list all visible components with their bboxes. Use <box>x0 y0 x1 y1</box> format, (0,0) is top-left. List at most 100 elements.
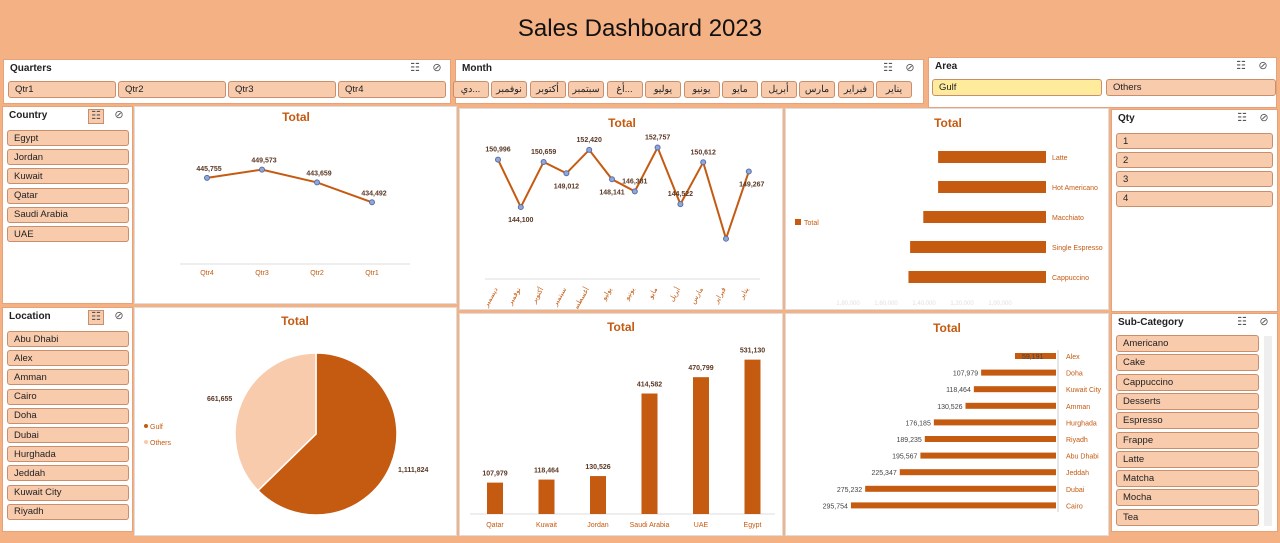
subcategory-button[interactable]: Cake <box>1116 354 1259 372</box>
country-button[interactable]: Qatar <box>7 187 129 204</box>
month-button[interactable]: دي... <box>452 81 489 98</box>
month-button[interactable]: يونيو <box>683 81 720 98</box>
data-label: 195,567 <box>892 454 917 461</box>
qty-button[interactable]: 2 <box>1116 152 1273 169</box>
x-tick-label: أغسطس <box>569 285 591 309</box>
month-slicer: Month ☷ ⊘ يناير فبراير مارس أبريل مايو يونيو يو… <box>452 59 924 104</box>
data-label: 449,573 <box>251 158 276 165</box>
location-button[interactable]: Amman <box>7 369 129 386</box>
month-button[interactable]: مارس <box>799 81 835 98</box>
multi-select-icon[interactable]: ☷ <box>881 62 895 75</box>
multi-select-icon[interactable]: ☷ <box>88 310 104 325</box>
subcategory-button[interactable]: Espresso <box>1116 412 1259 430</box>
location-button[interactable]: Abu Dhabi <box>7 331 129 347</box>
location-button[interactable]: Doha <box>7 407 129 424</box>
subcategory-button[interactable]: Tea <box>1116 508 1259 526</box>
qty-button[interactable]: 4 <box>1116 190 1273 207</box>
quarter-button[interactable]: Qtr1 <box>8 81 116 98</box>
month-button[interactable]: يناير <box>876 81 912 98</box>
data-label: 531,130 <box>740 348 765 355</box>
subcategory-button[interactable]: Latte <box>1116 450 1259 468</box>
subcategory-button[interactable]: Mocha <box>1116 489 1259 507</box>
location-slicer: Location ☷ ⊘ Abu Dhabi Alex Amman Cairo Doha D… <box>2 307 133 532</box>
axis-tick-label: 1,00,000 <box>988 301 1012 307</box>
location-button[interactable]: Jeddah <box>7 465 129 482</box>
country-button[interactable]: Kuwait <box>7 168 129 185</box>
chart-title: Total <box>281 314 309 328</box>
month-button[interactable]: يوليو <box>645 81 681 98</box>
month-button[interactable]: أبريل <box>760 81 797 98</box>
multi-select-icon[interactable]: ☷ <box>1235 112 1249 125</box>
subcategory-scrollbar[interactable] <box>1264 336 1272 526</box>
quarter-button[interactable]: Qtr4 <box>338 81 446 98</box>
country-button[interactable]: UAE <box>7 226 129 242</box>
month-button[interactable]: سبتمبر <box>568 81 604 98</box>
month-button[interactable]: فبراير <box>837 81 874 98</box>
qty-button[interactable]: 1 <box>1116 133 1273 149</box>
area-pie-chart: Total 1,111,824 661,655 Gulf Others <box>144 314 428 516</box>
bar <box>641 393 658 514</box>
month-button[interactable]: أكتوبر <box>529 81 566 98</box>
area-button[interactable]: Others <box>1106 79 1276 96</box>
data-label: 152,757 <box>645 135 670 142</box>
clear-filter-icon[interactable]: ⊘ <box>112 310 126 323</box>
location-button[interactable]: Alex <box>7 350 129 367</box>
x-tick-label: Qtr3 <box>255 270 269 277</box>
clear-filter-icon[interactable]: ⊘ <box>112 109 126 122</box>
clear-filter-icon[interactable]: ⊘ <box>903 62 917 75</box>
chart-title: Total <box>282 110 310 124</box>
data-point <box>609 176 615 183</box>
data-point <box>631 188 638 195</box>
x-tick-label: مارس <box>689 286 705 306</box>
product-bar-chart: Total Total Latte Hot Americano Macchiato Sin… <box>795 116 1103 307</box>
country-button[interactable]: Jordan <box>7 149 129 166</box>
x-tick-label: UAE <box>694 522 709 529</box>
subcategory-button[interactable]: Americano <box>1116 335 1259 352</box>
subcategory-button[interactable]: Matcha <box>1116 470 1259 488</box>
location-button[interactable]: Riyadh <box>7 503 129 520</box>
clear-filter-icon[interactable]: ⊘ <box>1256 60 1270 73</box>
category-label: Hurghada <box>1066 420 1097 427</box>
quarter-button[interactable]: Qtr3 <box>228 81 336 98</box>
quarter-button[interactable]: Qtr2 <box>118 81 226 98</box>
multi-select-icon[interactable]: ☷ <box>88 109 104 124</box>
month-button[interactable]: نوفمبر <box>491 81 527 98</box>
category-label: Latte <box>1052 155 1068 162</box>
area-button[interactable]: Gulf <box>932 79 1102 96</box>
bar <box>973 386 1056 393</box>
multi-select-icon[interactable]: ☷ <box>408 62 422 75</box>
clear-filter-icon[interactable]: ⊘ <box>1257 316 1271 329</box>
data-label: 107,979 <box>953 371 978 378</box>
location-button[interactable]: Cairo <box>7 388 129 405</box>
x-tick-label: Qtr4 <box>200 270 214 277</box>
bar <box>850 502 1056 509</box>
country-button[interactable]: Egypt <box>7 130 129 146</box>
subcategory-button[interactable]: Desserts <box>1116 392 1259 410</box>
location-button[interactable]: Kuwait City <box>7 484 129 501</box>
subcategory-button[interactable]: Frappe <box>1116 431 1259 449</box>
data-label: 146,381 <box>622 178 647 185</box>
multi-select-icon[interactable]: ☷ <box>1235 316 1249 329</box>
location-button[interactable]: Dubai <box>7 427 129 443</box>
axis-tick-label: 1,20,000 <box>950 301 974 307</box>
category-label: Abu Dhabi <box>1066 454 1099 461</box>
data-point <box>517 204 524 211</box>
chart-title: Total <box>607 320 635 334</box>
location-button[interactable]: Hurghada <box>7 446 129 463</box>
month-button[interactable]: مايو <box>722 81 758 98</box>
clear-filter-icon[interactable]: ⊘ <box>1257 112 1271 125</box>
category-label: Alex <box>1066 354 1080 361</box>
x-tick-label: يناير <box>737 286 750 301</box>
bar <box>910 241 1046 253</box>
category-label: Hot Americano <box>1052 185 1098 192</box>
month-button[interactable]: أغ... <box>606 81 643 98</box>
bar <box>938 181 1046 193</box>
dashboard-title: Sales Dashboard 2023 <box>517 15 763 42</box>
multi-select-icon[interactable]: ☷ <box>1234 60 1248 73</box>
data-point <box>369 199 375 206</box>
subcategory-button[interactable]: Cappuccino <box>1116 373 1259 391</box>
country-button[interactable]: Saudi Arabia <box>7 206 129 223</box>
qty-button[interactable]: 3 <box>1116 171 1273 188</box>
data-label: 1,111,824 <box>398 467 428 474</box>
clear-filter-icon[interactable]: ⊘ <box>430 62 444 75</box>
